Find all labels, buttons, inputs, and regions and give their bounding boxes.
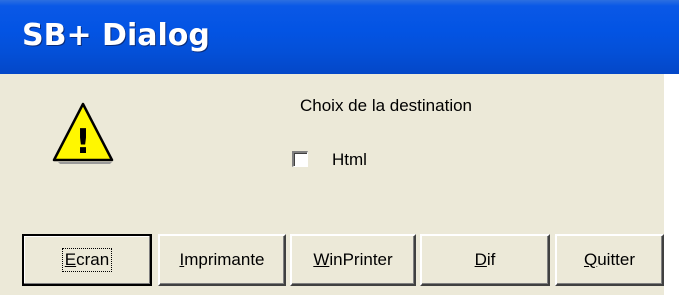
dif-button-mnemonic: D <box>474 250 487 269</box>
imprimante-button[interactable]: Imprimante <box>158 234 286 286</box>
dialog-window: SB+ Dialog ! Choix de la destination Htm… <box>0 0 679 295</box>
winprinter-button[interactable]: WinPrinter <box>290 234 416 286</box>
ecran-button[interactable]: Ecran <box>22 234 152 286</box>
winprinter-button-mnemonic: W <box>313 250 330 269</box>
window-edge <box>664 74 679 295</box>
warning-icon: ! <box>52 102 114 164</box>
quitter-button[interactable]: Quitter <box>555 234 664 286</box>
quitter-button-label: uitter <box>597 250 636 269</box>
dif-button[interactable]: Dif <box>420 234 550 286</box>
imprimante-button-label: mprimante <box>184 250 265 269</box>
exclamation-mark-glyph: ! <box>75 122 91 162</box>
title-bar[interactable]: SB+ Dialog <box>0 0 679 74</box>
ecran-button-mnemonic: E <box>64 250 77 269</box>
ecran-button-focus: Ecran <box>61 248 113 272</box>
window-title: SB+ Dialog <box>22 18 210 53</box>
winprinter-button-label: inPrinter <box>329 250 393 269</box>
quitter-button-mnemonic: Q <box>583 250 598 269</box>
dif-button-label: if <box>486 250 496 269</box>
html-checkbox-label[interactable]: Html <box>332 150 367 170</box>
destination-prompt: Choix de la destination <box>300 96 473 115</box>
ecran-button-label: cran <box>76 250 110 269</box>
html-checkbox[interactable] <box>292 151 308 167</box>
